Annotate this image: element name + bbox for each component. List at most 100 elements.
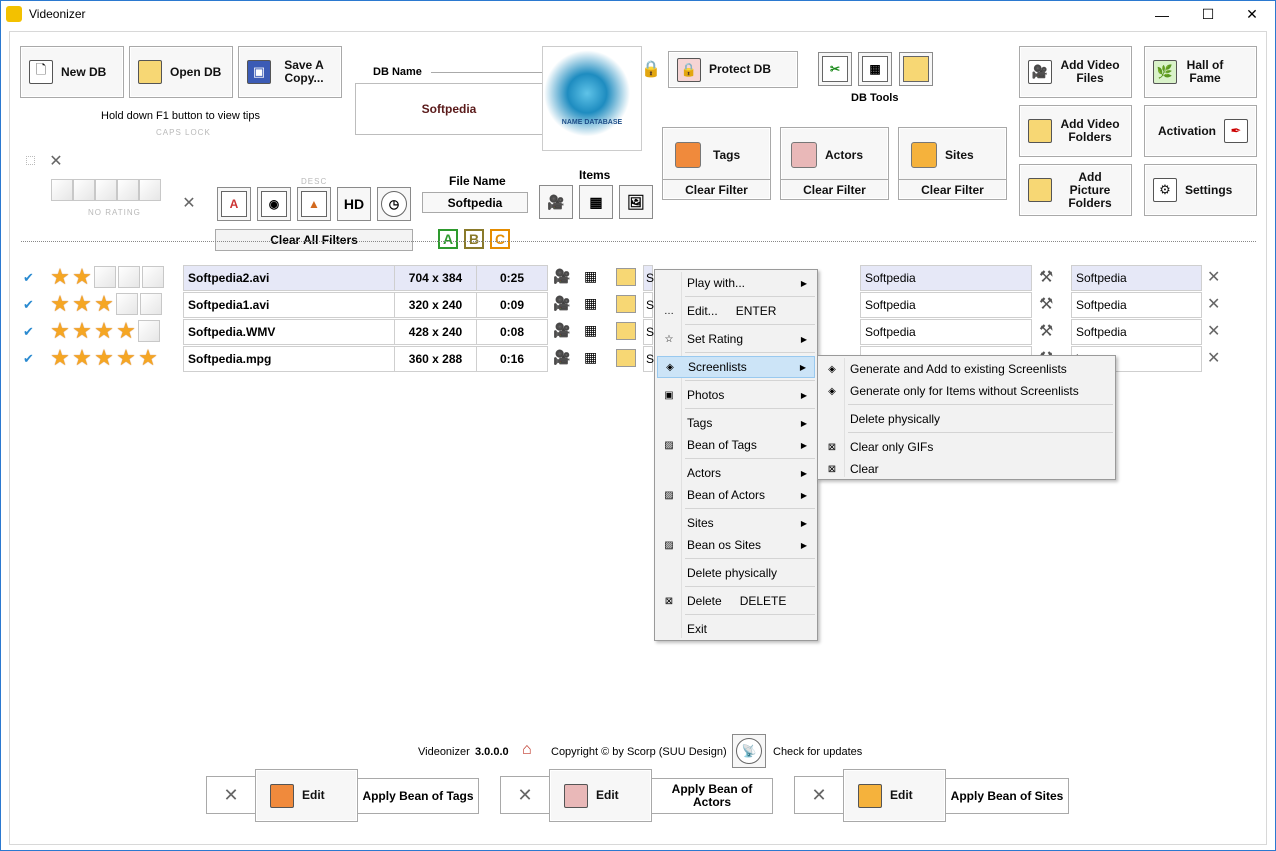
rating-box[interactable] (116, 293, 138, 315)
filter-b-button[interactable]: B (464, 229, 484, 249)
star-icon[interactable]: ★ (49, 293, 71, 315)
resolution-cell[interactable]: 360 x 288 (394, 346, 477, 372)
db-tool-folder-button[interactable] (899, 52, 933, 86)
edit-bean-actors-button[interactable]: Edit (549, 769, 652, 822)
table-row[interactable]: ✔ ★ ★ ★ ★ Softpedia.WMV 428 x 240 0:08 🎥 ▦ S Softpe… (21, 319, 1231, 345)
photo-folder-icon[interactable] (616, 295, 636, 313)
items-film-button[interactable]: ▦ (579, 185, 613, 219)
clear-bean-sites-button[interactable]: ✕ (794, 776, 844, 814)
clear-rating-icon[interactable]: ✕ (46, 151, 66, 171)
menu-item-delete-physically[interactable]: Delete physically (657, 562, 815, 584)
star-icon[interactable]: ★ (49, 266, 71, 288)
star-icon[interactable]: ★ (93, 320, 115, 342)
duration-cell[interactable]: 0:08 (476, 319, 548, 345)
tools-icon[interactable]: ⚒ (1039, 267, 1053, 287)
apply-bean-tags-button[interactable]: Apply Bean of Tags (357, 778, 479, 814)
rating-filter-stars[interactable] (51, 179, 176, 201)
actors-cell[interactable]: Softpedia (860, 292, 1032, 318)
rating-box[interactable] (139, 179, 161, 201)
sort-alpha-button[interactable]: A (217, 187, 251, 221)
db-tool-cut-button[interactable]: ✂ (818, 52, 852, 86)
open-db-button[interactable]: Open DB (129, 46, 233, 98)
film-icon[interactable]: ▦ (584, 349, 597, 366)
submenu-item[interactable]: ◈ Generate and Add to existing Screenlist… (820, 358, 1113, 380)
tags-cell[interactable]: S (643, 265, 654, 291)
add-video-folders-button[interactable]: Add Video Folders (1019, 105, 1132, 157)
menu-item-sites[interactable]: Sites ▶ (657, 512, 815, 534)
filter-a-button[interactable]: A (438, 229, 458, 249)
file-name-cell[interactable]: Softpedia1.avi (183, 292, 395, 318)
hall-of-fame-button[interactable]: 🌿 Hall of Fame (1144, 46, 1257, 98)
rating-stars[interactable]: ★ ★ ★ ★ ★ (49, 347, 174, 371)
menu-item-edit[interactable]: … Edit... ENTER (657, 300, 815, 322)
items-photo-button[interactable]: 🖼 (619, 185, 653, 219)
resolution-cell[interactable]: 320 x 240 (394, 292, 477, 318)
menu-item-actors[interactable]: Actors ▶ (657, 462, 815, 484)
checkmark-icon[interactable]: ✔ (23, 270, 34, 286)
sites-clear-filter-button[interactable]: Clear Filter (899, 179, 1006, 199)
sites-cell[interactable]: Softpedia (1071, 265, 1202, 291)
rating-checkbox[interactable] (26, 156, 35, 165)
clear-bean-tags-button[interactable]: ✕ (206, 776, 256, 814)
check-updates-icon-button[interactable]: 📡 (732, 734, 766, 768)
checkmark-icon[interactable]: ✔ (23, 324, 34, 340)
close-button[interactable]: ✕ (1229, 1, 1275, 28)
rating-box[interactable] (117, 179, 139, 201)
actors-cell[interactable]: Softpedia (860, 319, 1032, 345)
star-icon[interactable]: ★ (93, 347, 115, 369)
rating-box[interactable] (138, 320, 160, 342)
hd-filter-button[interactable]: HD (337, 187, 371, 221)
star-icon[interactable]: ★ (71, 266, 93, 288)
table-row[interactable]: ✔ ★ ★ Softpedia2.avi 704 x 384 0:25 🎥 ▦ S Softped… (21, 265, 1231, 291)
tools-icon[interactable]: ⚒ (1039, 294, 1053, 314)
sort-disc-button[interactable]: ◉ (257, 187, 291, 221)
db-logo-image[interactable]: NAME DATABASE (542, 46, 642, 151)
photo-folder-icon[interactable] (616, 349, 636, 367)
settings-button[interactable]: ⚙ Settings (1144, 164, 1257, 216)
star-icon[interactable]: ★ (71, 293, 93, 315)
menu-item-bean-of-actors[interactable]: ▨ Bean of Actors ▶ (657, 484, 815, 506)
menu-item-bean-os-sites[interactable]: ▨ Bean os Sites ▶ (657, 534, 815, 556)
remove-item-icon[interactable]: ✕ (1207, 294, 1220, 314)
sort-date-button[interactable]: ▲ (297, 187, 331, 221)
rating-box[interactable] (142, 266, 164, 288)
camera-icon[interactable]: 🎥 (553, 349, 570, 366)
db-name-field[interactable]: Softpedia (355, 83, 543, 135)
star-icon[interactable]: ★ (49, 320, 71, 342)
submenu-item[interactable]: ⊠ Clear (820, 458, 1113, 480)
table-row[interactable]: ✔ ★ ★ ★ Softpedia1.avi 320 x 240 0:09 🎥 ▦ S Softpe… (21, 292, 1231, 318)
rating-stars[interactable]: ★ ★ ★ ★ (49, 320, 174, 344)
star-icon[interactable]: ★ (115, 320, 137, 342)
duration-cell[interactable]: 0:16 (476, 346, 548, 372)
file-name-cell[interactable]: Softpedia2.avi (183, 265, 395, 291)
menu-item-exit[interactable]: Exit (657, 618, 815, 640)
duration-cell[interactable]: 0:25 (476, 265, 548, 291)
tags-icon[interactable] (675, 142, 701, 168)
file-name-field[interactable]: Softpedia (422, 192, 528, 213)
rating-box[interactable] (51, 179, 73, 201)
photo-folder-icon[interactable] (616, 268, 636, 286)
menu-item-delete[interactable]: ⊠ Delete DELETE (657, 590, 815, 612)
star-icon[interactable]: ★ (115, 347, 137, 369)
submenu-item[interactable]: ⊠ Clear only GIFs (820, 436, 1113, 458)
tags-cell[interactable]: S (643, 292, 654, 318)
actors-icon[interactable] (791, 142, 817, 168)
menu-item-screenlists[interactable]: ◈ Screenlists ▶ (657, 356, 815, 378)
menu-item-tags[interactable]: Tags ▶ (657, 412, 815, 434)
star-icon[interactable]: ★ (71, 320, 93, 342)
star-icon[interactable]: ★ (93, 293, 115, 315)
items-video-button[interactable]: 🎥 (539, 185, 573, 219)
menu-item-photos[interactable]: ▣ Photos ▶ (657, 384, 815, 406)
rating-stars[interactable]: ★ ★ ★ (49, 293, 174, 317)
photo-folder-icon[interactable] (616, 322, 636, 340)
sites-icon[interactable] (911, 142, 937, 168)
db-tool-film-button[interactable]: ▦ (858, 52, 892, 86)
duration-cell[interactable]: 0:09 (476, 292, 548, 318)
add-picture-folders-button[interactable]: Add Picture Folders (1019, 164, 1132, 216)
camera-icon[interactable]: 🎥 (553, 268, 570, 285)
clear-bean-actors-button[interactable]: ✕ (500, 776, 550, 814)
home-icon[interactable]: ⌂ (522, 741, 542, 761)
clear-rating-filter-icon[interactable]: ✕ (179, 193, 199, 213)
camera-icon[interactable]: 🎥 (553, 322, 570, 339)
activation-button[interactable]: Activation ✒ (1144, 105, 1257, 157)
